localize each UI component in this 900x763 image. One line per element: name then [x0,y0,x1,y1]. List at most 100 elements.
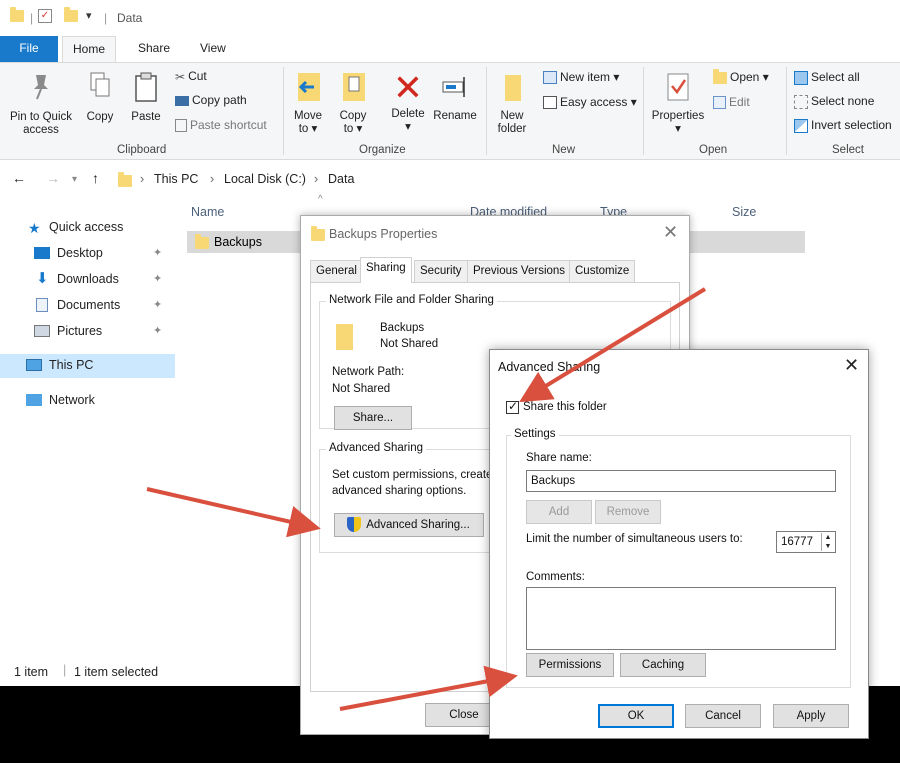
tab-file[interactable]: File [0,36,58,62]
move-to-icon [298,73,320,101]
pictures-icon [34,325,50,337]
customize-quick-access-icon[interactable]: ▾ [86,9,92,22]
nav-this-pc[interactable]: This PC [0,354,175,378]
window-title: Data [117,11,143,25]
permissions-button[interactable]: Permissions [526,653,614,677]
remove-button[interactable]: Remove [595,500,661,524]
recent-locations-chevron-icon[interactable]: ▾ [72,174,77,185]
advanced-sharing-button[interactable]: Advanced Sharing... [334,513,484,537]
column-header-name[interactable]: Name [191,205,224,219]
spinner-arrows-icon[interactable]: ▲ ▼ [821,533,834,551]
invert-selection-label: Invert selection [811,118,892,132]
comments-label: Comments: [526,571,585,583]
delete-button[interactable]: ✕ Delete ▾ [386,70,430,134]
add-button[interactable]: Add [526,500,592,524]
pin-icon: ✦ [153,273,163,285]
properties-arrow: ▾ [675,123,681,135]
rename-button[interactable]: Rename [430,71,480,123]
up-arrow-icon[interactable]: ↑ [92,170,99,186]
breadcrumb-local-disk[interactable]: Local Disk (C:) [224,172,306,186]
tab-share[interactable]: Share [128,36,180,62]
new-folder-button[interactable]: New folder [492,71,532,136]
copy-path-icon [175,95,189,106]
settings-group-title: Settings [511,428,559,440]
easy-access-icon [543,96,557,110]
nav-network[interactable]: Network [0,389,175,413]
paste-shortcut-icon [175,119,187,133]
properties-button[interactable]: Properties ▾ [648,71,708,136]
properties-label: Properties [651,110,705,122]
advanced-sharing-dialog: Advanced Sharing ✕ Share this folder Set… [489,349,869,739]
download-arrow-icon: ⬇ [36,270,49,287]
rename-label: Rename [433,110,477,122]
column-header-size[interactable]: Size [732,205,756,219]
address-bar: ← → ▾ ↑ › This PC › Local Disk (C:) › Da… [0,166,900,194]
nav-downloads[interactable]: ⬇ Downloads ✦ [0,268,175,292]
move-to-button[interactable]: Move to ▾ [290,71,326,136]
nav-documents[interactable]: Documents ✦ [0,294,175,318]
limit-users-label: Limit the number of simultaneous users t… [526,533,743,545]
cut-button[interactable]: ✂ Cut [175,69,207,84]
close-icon[interactable]: ✕ [844,355,859,376]
item-count: 1 item [14,665,49,679]
invert-selection-button[interactable]: Invert selection [794,118,892,133]
back-arrow-icon[interactable]: ← [12,170,26,186]
tab-security[interactable]: Security [414,260,468,282]
nav-desktop[interactable]: Desktop ✦ [0,242,175,266]
copy-to-button[interactable]: Copy to ▾ [335,71,371,136]
tab-view[interactable]: View [190,36,236,62]
group-separator [786,67,787,155]
forward-arrow-icon[interactable]: → [46,170,60,186]
select-all-button[interactable]: Select all [794,70,860,85]
advanced-description-line2: advanced sharing options. [332,485,467,497]
network-path-label: Network Path: [332,366,405,378]
pin-to-quick-access-button[interactable]: Pin to Quick access [6,71,76,137]
folder-icon [311,226,325,241]
new-item-icon [543,71,557,85]
comments-textarea[interactable] [526,587,836,650]
cancel-button[interactable]: Cancel [685,704,761,728]
properties-quick-icon[interactable]: ✓ [38,9,52,23]
share-name-input[interactable]: Backups [526,470,836,492]
copy-button[interactable]: Copy [82,71,118,124]
selected-count: 1 item selected [74,665,159,679]
ok-button[interactable]: OK [598,704,674,728]
group-separator [643,67,644,155]
share-button[interactable]: Share... [334,406,412,430]
delete-label: Delete [391,108,425,120]
edit-button[interactable]: Edit [713,95,750,110]
properties-icon [667,73,689,101]
caching-button[interactable]: Caching [620,653,706,677]
nav-pictures[interactable]: Pictures ✦ [0,320,175,344]
copy-to-icon [343,73,365,101]
ribbon-tabs: File Home Share View [0,36,900,62]
tab-customize[interactable]: Customize [569,260,636,282]
tab-previous-versions[interactable]: Previous Versions [467,260,572,282]
tab-general[interactable]: General [310,260,363,282]
nav-documents-label: Documents [57,298,121,312]
share-this-folder-checkbox[interactable] [506,399,519,414]
new-folder-quick-icon[interactable] [64,7,78,22]
open-button[interactable]: Open ▾ [713,68,769,84]
apply-button[interactable]: Apply [773,704,849,728]
paste-button[interactable]: Paste [128,71,164,124]
copy-path-button[interactable]: Copy path [175,93,247,107]
new-item-button[interactable]: New item ▾ [543,70,619,85]
select-all-label: Select all [811,70,860,84]
breadcrumb-data[interactable]: Data [328,172,354,186]
documents-icon [36,298,48,312]
tab-sharing[interactable]: Sharing [360,257,412,283]
easy-access-button[interactable]: Easy access ▾ [543,95,637,110]
move-to-line1: Move [293,110,323,122]
select-none-button[interactable]: Select none [794,94,874,109]
limit-users-stepper[interactable]: 16777 ▲ ▼ [776,531,836,553]
paste-shortcut-button[interactable]: Paste shortcut [175,118,267,133]
folder-icon [336,324,353,350]
breadcrumb-this-pc[interactable]: This PC [154,172,198,186]
tab-home[interactable]: Home [62,36,117,62]
copy-to-line1: Copy [339,110,367,122]
nav-quick-access[interactable]: ★ Quick access [0,216,175,240]
share-name-label: Share name: [526,452,592,464]
toolbar-separator: | [104,11,108,25]
close-icon[interactable]: ✕ [663,222,678,243]
